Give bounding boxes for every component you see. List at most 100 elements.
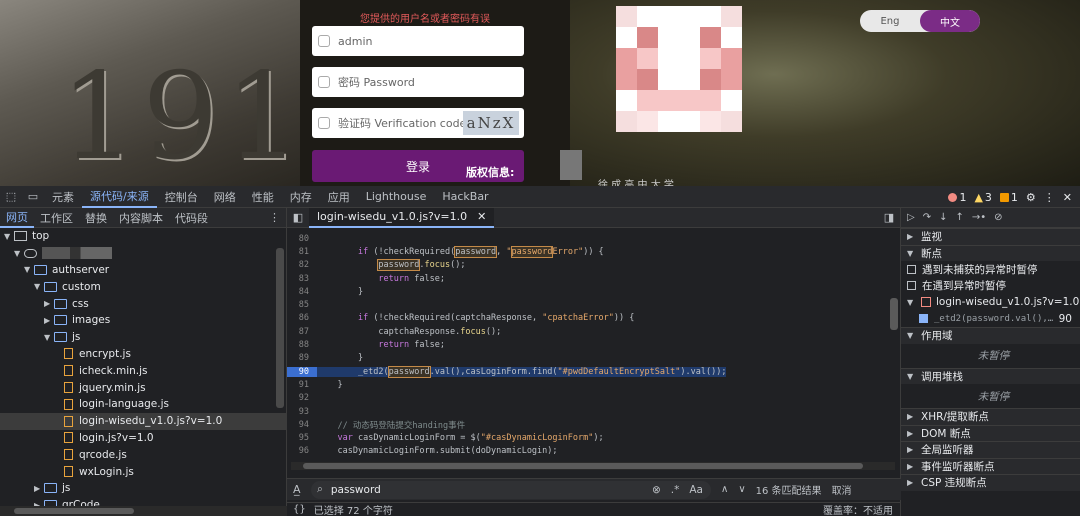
chevron-down-icon[interactable]: ▼ bbox=[34, 282, 44, 291]
close-devtools-icon[interactable]: ✕ bbox=[1063, 191, 1072, 204]
code-line[interactable]: 88 return false; bbox=[287, 338, 891, 351]
code-line[interactable]: 85 bbox=[287, 298, 891, 311]
callstack-section[interactable]: ▼ 调用堆栈 bbox=[901, 367, 1080, 384]
chevron-right-icon[interactable]: ▶ bbox=[44, 316, 54, 325]
regex-toggle[interactable]: .* bbox=[671, 484, 680, 496]
navigator-tab-4[interactable]: 代码段 bbox=[169, 208, 214, 228]
pause-uncaught-checkbox[interactable] bbox=[907, 264, 916, 274]
tree-item[interactable]: ▼ bbox=[0, 245, 286, 262]
devtools-tab-4[interactable]: 性能 bbox=[244, 186, 282, 208]
code-line[interactable]: 92 bbox=[287, 392, 891, 405]
tree-item[interactable]: ▼ js bbox=[0, 329, 286, 346]
tree-item[interactable]: encrypt.js bbox=[0, 346, 286, 363]
more-menu-icon[interactable]: ⋮ bbox=[1044, 191, 1055, 204]
navigator-scrollbar[interactable] bbox=[276, 248, 284, 408]
devtools-tab-2[interactable]: 控制台 bbox=[157, 186, 206, 208]
line-number[interactable]: 80 bbox=[287, 234, 317, 244]
replace-toggle-icon[interactable]: A̲ bbox=[293, 483, 301, 496]
code-line[interactable]: 86 if (!checkRequired(captchaResponse, "… bbox=[287, 312, 891, 325]
pause-uncaught-option[interactable]: 遇到未捕获的异常时暂停 bbox=[901, 261, 1080, 278]
devtools-tab-6[interactable]: 应用 bbox=[320, 186, 358, 208]
previous-match-icon[interactable]: ∧ bbox=[721, 484, 728, 495]
pause-caught-checkbox[interactable] bbox=[907, 281, 916, 291]
xhr-breakpoints-section[interactable]: ▶ XHR/提取断点 bbox=[901, 408, 1080, 425]
navigator-tab-3[interactable]: 内容脚本 bbox=[113, 208, 169, 228]
error-count-badge[interactable]: 1 bbox=[948, 191, 966, 204]
pretty-print-icon[interactable]: {} bbox=[293, 504, 306, 515]
devtools-tab-5[interactable]: 内存 bbox=[282, 186, 320, 208]
line-number[interactable]: 84 bbox=[287, 287, 317, 297]
code-line[interactable]: 96 casDynamicLoginForm.submit(doDynamicL… bbox=[287, 445, 891, 458]
tree-item[interactable]: ▶ js bbox=[0, 480, 286, 497]
csp-breakpoints-section[interactable]: ▶ CSP 违规断点 bbox=[901, 474, 1080, 491]
event-listener-breakpoints-section[interactable]: ▶ 事件监听器断点 bbox=[901, 457, 1080, 474]
line-number[interactable]: 93 bbox=[287, 407, 317, 417]
devtools-tab-3[interactable]: 网络 bbox=[206, 186, 244, 208]
navigator-hscrollbar[interactable] bbox=[0, 506, 287, 516]
chevron-right-icon[interactable]: ▶ bbox=[44, 299, 54, 308]
code-line[interactable]: 91 } bbox=[287, 378, 891, 391]
navigator-tab-2[interactable]: 替换 bbox=[79, 208, 113, 228]
settings-gear-icon[interactable]: ⚙ bbox=[1026, 191, 1036, 204]
scope-section[interactable]: ▼ 作用域 bbox=[901, 327, 1080, 344]
line-number[interactable]: 90 bbox=[287, 366, 317, 377]
breakpoint-checkbox[interactable] bbox=[919, 314, 928, 324]
line-number[interactable]: 88 bbox=[287, 340, 317, 350]
line-number[interactable]: 96 bbox=[287, 446, 317, 456]
code-line[interactable]: 95 var casDynamicLoginForm = $("#casDyna… bbox=[287, 431, 891, 444]
pause-caught-option[interactable]: 在遇到异常时暂停 bbox=[901, 278, 1080, 295]
step-out-icon[interactable]: ↑ bbox=[955, 212, 963, 223]
navigator-tab-1[interactable]: 工作区 bbox=[34, 208, 79, 228]
search-input[interactable]: ⌕ password ⊗ .* Aa bbox=[311, 480, 711, 499]
chevron-down-icon[interactable]: ▼ bbox=[24, 265, 34, 274]
step-icon[interactable]: →• bbox=[972, 212, 986, 223]
navigator-tab-0[interactable]: 网页 bbox=[0, 208, 34, 228]
line-number[interactable]: 85 bbox=[287, 300, 317, 310]
tree-item[interactable]: ▶ css bbox=[0, 295, 286, 312]
clear-search-icon[interactable]: ⊗ bbox=[652, 484, 661, 496]
next-match-icon[interactable]: ∨ bbox=[738, 484, 745, 495]
line-number[interactable]: 81 bbox=[287, 247, 317, 257]
inspect-element-icon[interactable]: ⬚ bbox=[4, 190, 18, 204]
password-field[interactable]: 密码 Password bbox=[312, 67, 524, 97]
close-tab-icon[interactable]: ✕ bbox=[477, 210, 486, 223]
match-case-toggle[interactable]: Aa bbox=[689, 484, 703, 496]
code-line[interactable]: 84 } bbox=[287, 285, 891, 298]
line-number[interactable]: 82 bbox=[287, 260, 317, 270]
toggle-navigator-icon[interactable]: ◧ bbox=[291, 211, 305, 225]
chevron-right-icon[interactable]: ▶ bbox=[34, 484, 44, 493]
info-count-badge[interactable]: 1 bbox=[999, 191, 1018, 204]
line-number[interactable]: 91 bbox=[287, 380, 317, 390]
devtools-tab-1[interactable]: 源代码/来源 bbox=[82, 186, 157, 208]
warning-count-badge[interactable]: ▲ 3 bbox=[974, 191, 991, 204]
editor-hscrollbar[interactable] bbox=[291, 462, 895, 470]
tree-item[interactable]: ▼ authserver bbox=[0, 262, 286, 279]
line-number[interactable]: 86 bbox=[287, 313, 317, 323]
editor-vscrollbar[interactable] bbox=[890, 238, 898, 458]
tree-item[interactable]: icheck.min.js bbox=[0, 362, 286, 379]
navigator-more-icon[interactable]: ⋮ bbox=[263, 208, 286, 228]
line-number[interactable]: 83 bbox=[287, 274, 317, 284]
device-toolbar-icon[interactable]: ▭ bbox=[26, 190, 40, 204]
tree-item[interactable]: jquery.min.js bbox=[0, 379, 286, 396]
code-line[interactable]: 94 // 动态码登陆提交handing事件 bbox=[287, 418, 891, 431]
search-cancel-button[interactable]: 取消 bbox=[832, 482, 852, 497]
breakpoints-section[interactable]: ▼ 断点 bbox=[901, 244, 1080, 261]
tree-item[interactable]: qrcode.js bbox=[0, 446, 286, 463]
step-over-icon[interactable]: ↷ bbox=[923, 212, 931, 223]
chevron-down-icon[interactable]: ▼ bbox=[14, 249, 24, 258]
tree-item[interactable]: login-wisedu_v1.0.js?v=1.0 bbox=[0, 412, 286, 430]
step-into-icon[interactable]: ↓ bbox=[939, 212, 947, 223]
code-line[interactable]: 81 if (!checkRequired(password, "passwor… bbox=[287, 245, 891, 258]
line-number[interactable]: 87 bbox=[287, 327, 317, 337]
code-line[interactable]: 87 captchaResponse.focus(); bbox=[287, 325, 891, 338]
watch-section[interactable]: ▶ 监视 bbox=[901, 228, 1080, 245]
tree-item[interactable]: wxLogin.js bbox=[0, 463, 286, 480]
tree-item[interactable]: login.js?v=1.0 bbox=[0, 430, 286, 447]
breakpoint-entry[interactable]: _etd2(password.val(),… 90 bbox=[901, 311, 1080, 328]
tree-item[interactable]: login-language.js bbox=[0, 396, 286, 413]
code-line[interactable]: 83 return false; bbox=[287, 272, 891, 285]
code-line[interactable]: 93 bbox=[287, 405, 891, 418]
deactivate-breakpoints-icon[interactable]: ⊘ bbox=[994, 212, 1002, 223]
toggle-debugger-icon[interactable]: ◨ bbox=[882, 211, 896, 225]
